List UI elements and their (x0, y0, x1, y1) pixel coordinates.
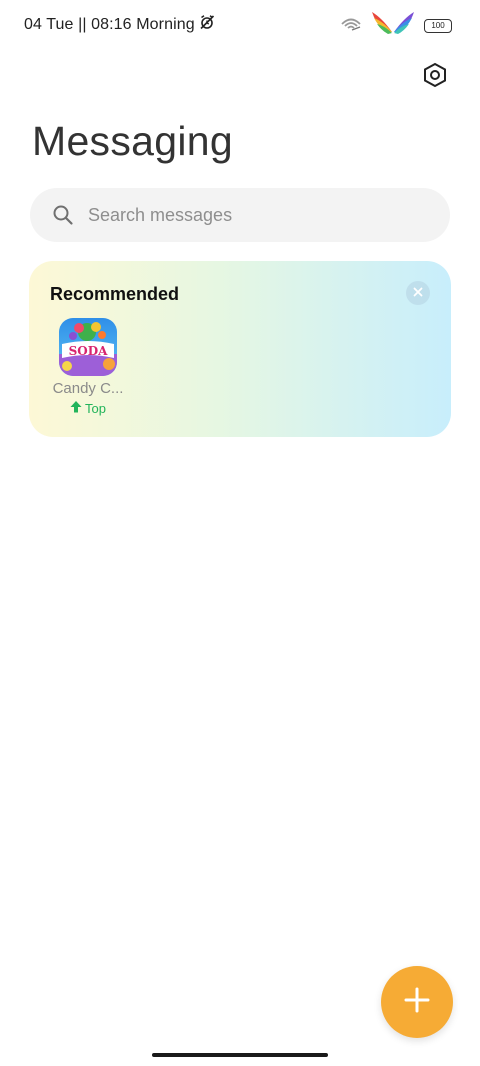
arrow-up-icon (70, 400, 82, 417)
home-indicator[interactable] (152, 1053, 328, 1057)
recommended-title: Recommended (50, 284, 180, 304)
page-title: Messaging (32, 118, 233, 164)
app-icon-text: SODA (69, 344, 109, 358)
alarm-off-icon (199, 14, 215, 35)
wifi-icon (340, 15, 362, 36)
search-icon (52, 204, 74, 226)
app-name: Candy C... (52, 380, 124, 397)
candy-crush-soda-icon: SODA (59, 318, 117, 376)
app-rank-badge: Top (50, 400, 126, 417)
settings-button[interactable] (420, 62, 450, 92)
status-left: 04 Tue || 08:16 Morning (24, 14, 215, 35)
app-badge-label: Top (85, 401, 106, 416)
recommended-app-tile[interactable]: SODA Candy C... Top (50, 318, 126, 417)
rainbow-wings-icon (370, 10, 416, 41)
battery-indicator: 100 (424, 18, 452, 33)
recommended-close-button[interactable] (406, 281, 430, 305)
hexagon-settings-icon (422, 62, 448, 93)
status-time: 04 Tue || 08:16 Morning (24, 15, 195, 33)
new-message-button[interactable] (381, 966, 453, 1038)
recommended-card: Recommended SODA Candy C... Top (29, 261, 451, 437)
search-bar[interactable] (30, 188, 450, 242)
search-input[interactable] (86, 203, 410, 227)
plus-icon (403, 986, 431, 1019)
close-icon (413, 284, 423, 302)
status-bar: 04 Tue || 08:16 Morning 100 (0, 0, 480, 48)
status-right: 100 (340, 10, 452, 41)
